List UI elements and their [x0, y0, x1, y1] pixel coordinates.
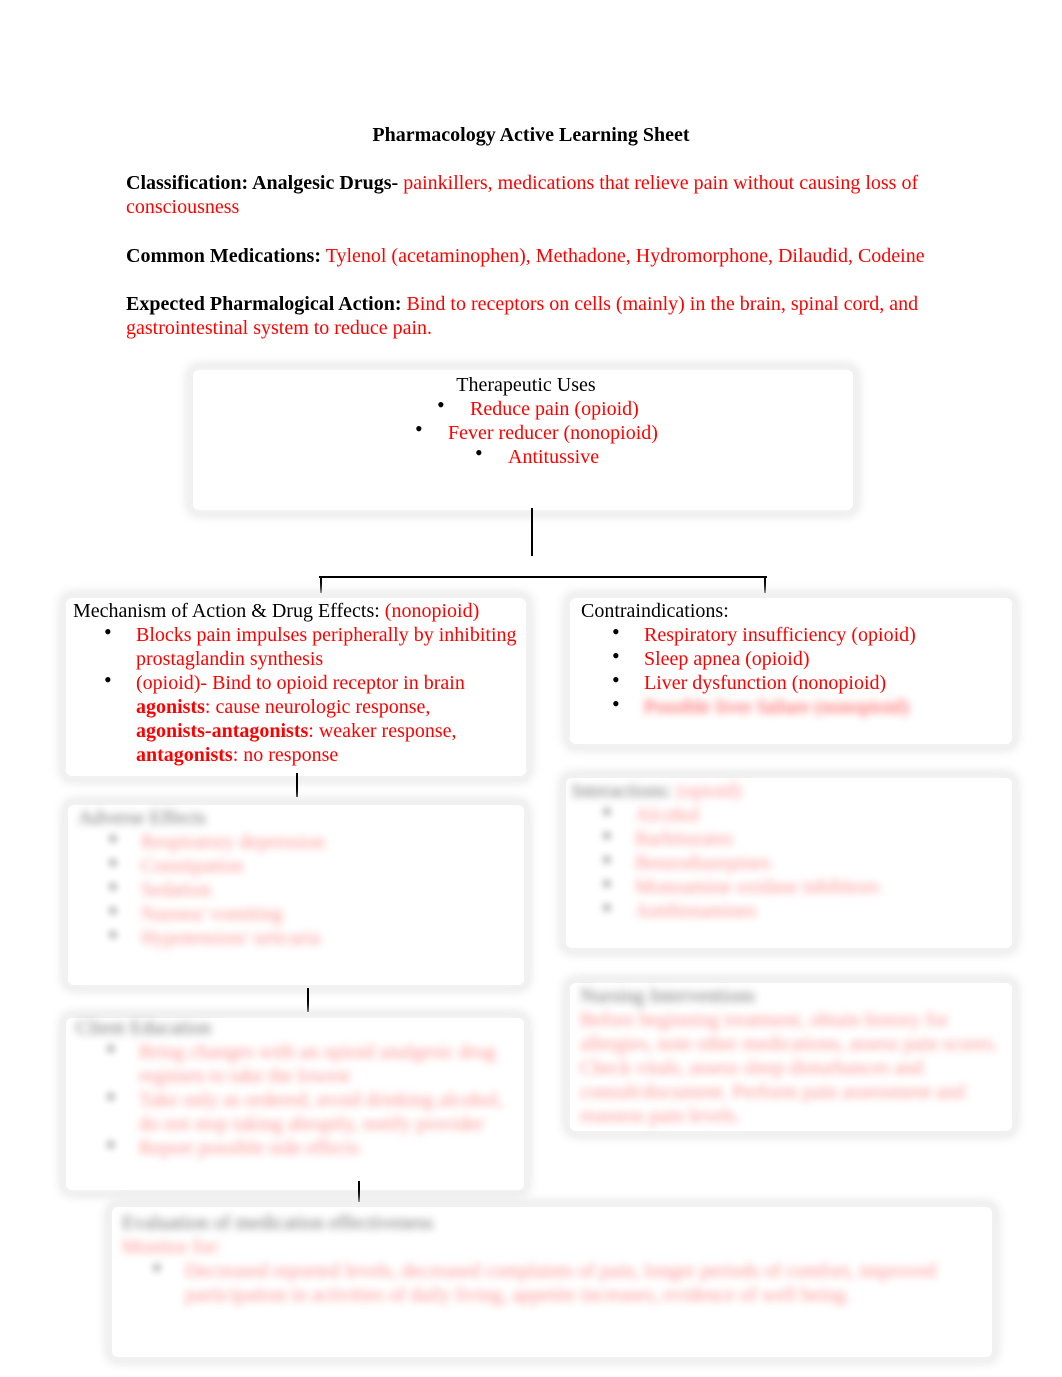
therapeutic-uses-heading: Therapeutic Uses: [456, 374, 596, 396]
contraindications-heading: Contraindications:: [581, 600, 729, 622]
mechanism-item-text: (opioid)- Bind to opioid receptor in bra…: [136, 672, 465, 694]
expected-action-line: Expected Pharmalogical Action: Bind to r…: [126, 292, 946, 340]
client-education-list: Bring changes with an opioid analgesic d…: [76, 1037, 520, 1160]
connector-line: [319, 576, 767, 578]
contraindications-list: Respiratory insufficiency (opioid) Sleep…: [581, 620, 1021, 719]
contraindication-item: Liver dysfunction (nonopioid): [581, 668, 1021, 695]
evaluation-content: Evaluation of medication effectiveness M…: [122, 1211, 982, 1307]
antagonists-desc: : no response: [232, 744, 339, 766]
client-education-item: Take only as ordered; avoid drinking alc…: [76, 1085, 520, 1136]
evaluation-subheading: Monitor for:: [122, 1236, 222, 1258]
evaluation-heading: Evaluation of medication effectiveness: [122, 1212, 434, 1234]
interactions-heading-note: (opioid): [671, 780, 742, 802]
interaction-item: Benzodiazepines: [572, 848, 1012, 875]
client-education-item: Bring changes with an opioid analgesic d…: [76, 1037, 520, 1088]
expected-action-label: Expected Pharmalogical Action:: [126, 293, 402, 315]
therapeutic-use-text: Antitussive: [508, 446, 600, 468]
connector-line: [307, 988, 309, 1012]
agonists-antagonists-desc: : weaker response,: [308, 720, 457, 742]
mechanism-item: (opioid)- Bind to opioid receptor in bra…: [73, 668, 533, 767]
therapeutic-use-text: Reduce pain (opioid): [470, 398, 639, 420]
adverse-effect-item: Hypotension/ urticaria: [78, 923, 518, 950]
adverse-effects-list: Respiratory depression Constipation Seda…: [78, 827, 518, 950]
adverse-effect-item: Respiratory depression: [78, 827, 518, 854]
therapeutic-uses-content: Therapeutic Uses • Reduce pain (opioid) …: [193, 373, 859, 469]
interaction-item: Barbiturates: [572, 824, 1012, 851]
interactions-list: Alcohol Barbiturates Benzodiazepines Mon…: [572, 800, 1012, 923]
common-medications-value: Tylenol (acetaminophen), Methadone, Hydr…: [320, 245, 925, 267]
nursing-interventions-text: Before beginning treatment, obtain histo…: [580, 1009, 998, 1127]
contraindications-content: Contraindications: Respiratory insuffici…: [581, 599, 1021, 719]
document-title: Pharmacology Active Learning Sheet: [372, 124, 690, 146]
connector-line: [531, 508, 533, 556]
contraindication-item-obscured: Possible liver failure (nonopioid): [581, 692, 1021, 719]
mechanism-list: Blocks pain impulses peripherally by inh…: [73, 620, 533, 767]
connector-line: [358, 1181, 360, 1205]
nursing-interventions-heading: Nursing Interventions: [580, 985, 755, 1007]
classification-line: Classification: Analgesic Drugs- painkil…: [126, 171, 946, 219]
interaction-item: Alcohol: [572, 800, 1012, 827]
bullet-icon: •: [475, 440, 483, 465]
client-education-heading: Client Education: [76, 1017, 211, 1039]
adverse-effect-item: Sedation: [78, 875, 518, 902]
client-education-item: Report possible side effects: [76, 1133, 520, 1160]
nursing-interventions-content: Nursing Interventions Before beginning t…: [580, 984, 1004, 1128]
adverse-effects-content: Adverse Effects Respiratory depression C…: [78, 806, 518, 950]
common-medications-line: Common Medications: Tylenol (acetaminoph…: [126, 244, 946, 268]
contraindication-item: Sleep apnea (opioid): [581, 644, 1021, 671]
obscured-text: Possible liver failure (nonopioid): [644, 696, 909, 718]
connector-line: [296, 773, 298, 797]
adverse-effect-item: Nausea/ vomiting: [78, 899, 518, 926]
contraindication-item: Respiratory insufficiency (opioid): [581, 620, 1021, 647]
mechanism-item: Blocks pain impulses peripherally by inh…: [73, 620, 533, 671]
interactions-content: Interactions: (opioid) Alcohol Barbitura…: [572, 779, 1012, 923]
interactions-heading: Interactions:: [572, 780, 672, 802]
interaction-item: Monoamine oxidase inhibitors: [572, 872, 1012, 899]
adverse-effects-heading: Adverse Effects: [78, 807, 206, 829]
mechanism-item-text: Blocks pain impulses peripherally by inh…: [136, 624, 517, 670]
client-education-content: Client Education Bring changes with an o…: [76, 1016, 520, 1160]
interaction-item: Antihistamines: [572, 896, 1012, 923]
antagonists-term: antagonists: [136, 744, 233, 766]
agonists-desc: : cause neurologic response,: [204, 696, 431, 718]
mechanism-heading: Mechanism of Action & Drug Effects:: [73, 600, 380, 622]
common-medications-label: Common Medications:: [126, 245, 321, 267]
agonists-antagonists-term: agonists-antagonists: [136, 720, 309, 742]
agonists-term: agonists: [136, 696, 205, 718]
mechanism-content: Mechanism of Action & Drug Effects: (non…: [73, 599, 533, 767]
evaluation-item: Decreased reported levels, decreased com…: [122, 1256, 982, 1307]
bullet-icon: •: [437, 392, 445, 417]
bullet-icon: •: [415, 416, 423, 441]
adverse-effect-item: Constipation: [78, 851, 518, 878]
classification-label: Classification: Analgesic Drugs-: [126, 172, 399, 194]
mechanism-heading-note: (nonopioid): [379, 600, 480, 622]
evaluation-list: Decreased reported levels, decreased com…: [122, 1256, 982, 1307]
